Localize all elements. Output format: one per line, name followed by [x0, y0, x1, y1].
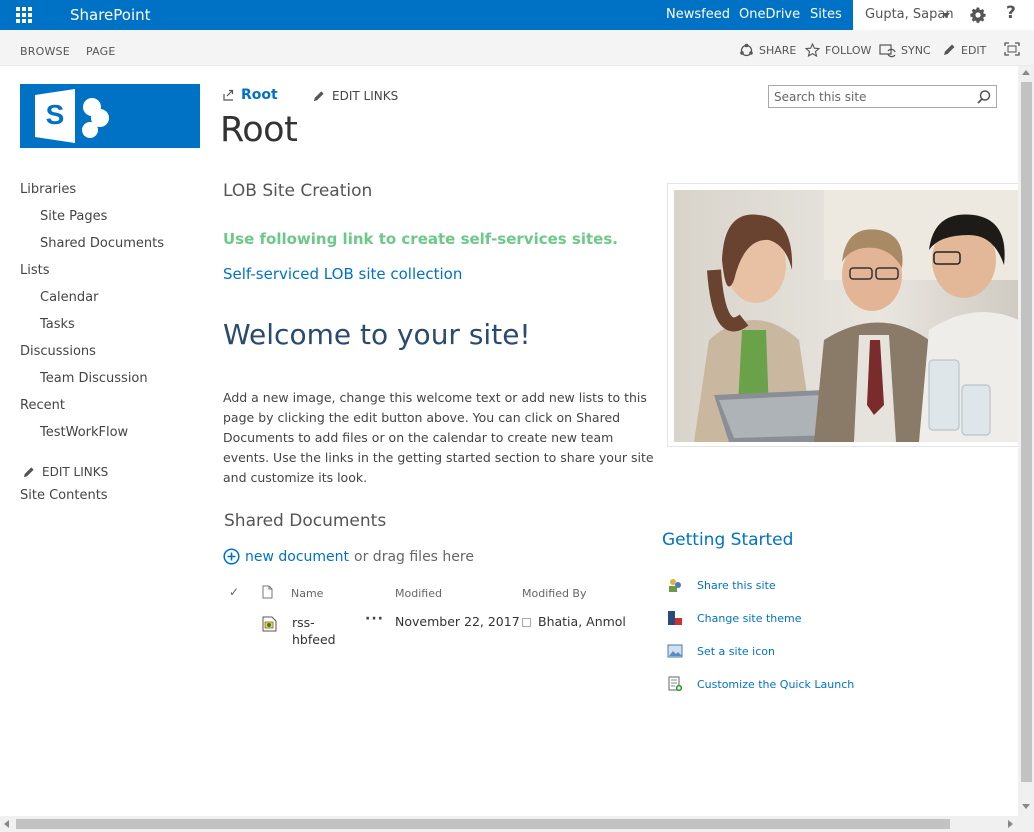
- nav-shared-documents[interactable]: Shared Documents: [40, 236, 164, 251]
- search-box: [768, 85, 997, 108]
- breadcrumb[interactable]: Root: [222, 87, 278, 103]
- pencil-icon: [944, 44, 955, 55]
- customize-quick-launch-label: Customize the Quick Launch: [697, 677, 855, 691]
- star-icon: [805, 43, 820, 58]
- more-options-icon[interactable]: ···: [365, 611, 384, 627]
- set-site-icon-link[interactable]: Set a site icon: [667, 643, 775, 659]
- svg-text:S: S: [46, 99, 65, 130]
- vertical-scrollbar[interactable]: [1018, 66, 1034, 816]
- tab-browse[interactable]: BROWSE: [20, 45, 70, 58]
- column-header-modified[interactable]: Modified: [395, 587, 442, 600]
- gear-icon[interactable]: [969, 6, 987, 24]
- file-modified-by[interactable]: Bhatia, Anmol: [538, 614, 626, 629]
- share-site-icon: [669, 579, 681, 592]
- xml-file-icon: [262, 616, 277, 632]
- scroll-up-icon[interactable]: [1022, 70, 1030, 75]
- scrollbar-corner: [1018, 816, 1034, 832]
- pencil-icon: [313, 90, 324, 101]
- shared-docs-heading[interactable]: Shared Documents: [224, 511, 386, 531]
- quick-launch-icon: [668, 676, 683, 692]
- search-input[interactable]: [769, 86, 969, 107]
- follow-label: FOLLOW: [825, 44, 872, 57]
- chevron-down-icon: [942, 13, 950, 18]
- set-site-icon-label: Set a site icon: [697, 644, 775, 658]
- nav-edit-links[interactable]: EDIT LINKS: [22, 465, 108, 479]
- nav-team-discussion[interactable]: Team Discussion: [40, 371, 148, 386]
- nav-site-contents[interactable]: Site Contents: [20, 488, 108, 503]
- presence-indicator-icon: [522, 618, 531, 627]
- nav-tasks[interactable]: Tasks: [40, 317, 75, 332]
- horizontal-scroll-thumb[interactable]: [16, 819, 950, 829]
- share-button[interactable]: SHARE: [739, 43, 796, 58]
- new-document-row: new document or drag files here: [223, 548, 474, 565]
- change-site-theme-label: Change site theme: [697, 611, 802, 625]
- new-document-link[interactable]: new document: [245, 549, 349, 565]
- share-this-site-label: Share this site: [697, 578, 776, 592]
- suite-bar: SharePoint Newsfeed OneDrive Sites Gupta…: [0, 0, 1034, 30]
- page-title: Root: [220, 110, 298, 150]
- edit-label: EDIT: [961, 43, 987, 57]
- change-site-theme-link[interactable]: Change site theme: [667, 610, 802, 626]
- column-header-name[interactable]: Name: [291, 587, 323, 600]
- welcome-title: Welcome to your site!: [223, 318, 531, 351]
- nav-edit-links-label: EDIT LINKS: [42, 465, 109, 479]
- add-icon[interactable]: [223, 548, 240, 565]
- nav-site-pages[interactable]: Site Pages: [40, 209, 107, 224]
- lob-instruction: Use following link to create self-servic…: [223, 230, 618, 248]
- share-icon: [740, 43, 753, 57]
- brand-link[interactable]: SharePoint: [70, 6, 151, 24]
- column-header-modified-by[interactable]: Modified By: [522, 587, 587, 600]
- customize-quick-launch-link[interactable]: Customize the Quick Launch: [667, 676, 854, 692]
- edit-links-button[interactable]: EDIT LINKS: [312, 89, 398, 103]
- lob-site-collection-link[interactable]: Self-serviced LOB site collection: [223, 265, 462, 283]
- picture-icon: [667, 644, 683, 658]
- nav-calendar[interactable]: Calendar: [40, 290, 98, 305]
- scroll-down-icon[interactable]: [1022, 804, 1030, 809]
- site-logo[interactable]: S: [20, 84, 200, 148]
- file-modified-date: November 22, 2017: [395, 614, 520, 629]
- welcome-text: Add a new image, change this welcome tex…: [223, 390, 654, 485]
- sharepoint-logo-icon: S: [35, 89, 109, 143]
- sync-label: SYNC: [901, 44, 931, 57]
- sync-icon: [879, 44, 896, 58]
- pencil-icon: [23, 466, 34, 477]
- sites-link[interactable]: Sites: [810, 7, 842, 22]
- drag-files-hint: or drag files here: [354, 548, 474, 565]
- breadcrumb-label: Root: [241, 87, 278, 103]
- lob-heading: LOB Site Creation: [223, 181, 373, 201]
- theme-icon: [668, 611, 682, 625]
- share-label: SHARE: [759, 44, 797, 57]
- nav-libraries[interactable]: Libraries: [20, 182, 76, 197]
- search-icon[interactable]: [976, 89, 992, 105]
- horizontal-scrollbar[interactable]: [0, 816, 1034, 832]
- file-name-link[interactable]: rss-hbfeed: [292, 614, 342, 648]
- scroll-left-icon[interactable]: [4, 820, 9, 828]
- edit-links-label: EDIT LINKS: [332, 89, 399, 103]
- welcome-image-frame: [667, 183, 1020, 447]
- help-icon[interactable]: ?: [1006, 3, 1016, 23]
- scroll-right-icon[interactable]: [1008, 820, 1013, 828]
- newsfeed-link[interactable]: Newsfeed: [666, 7, 730, 22]
- document-type-icon: [262, 585, 273, 599]
- nav-lists[interactable]: Lists: [20, 263, 50, 278]
- getting-started-heading: Getting Started: [662, 530, 794, 550]
- nav-discussions[interactable]: Discussions: [20, 344, 96, 359]
- follow-button[interactable]: FOLLOW: [805, 43, 871, 58]
- share-this-site-link[interactable]: Share this site: [667, 577, 776, 593]
- ribbon: BROWSE PAGE SHARE FOLLOW SYNC EDIT: [0, 30, 1034, 66]
- nav-testworkflow[interactable]: TestWorkFlow: [40, 425, 128, 440]
- select-all-checkmark-icon[interactable]: ✓: [229, 585, 239, 599]
- return-to-site-icon: [223, 89, 234, 101]
- nav-recent[interactable]: Recent: [20, 398, 65, 413]
- user-menu[interactable]: Gupta, Sapan: [865, 7, 954, 22]
- edit-button[interactable]: EDIT: [942, 43, 986, 57]
- onedrive-link[interactable]: OneDrive: [739, 7, 800, 22]
- sync-button[interactable]: SYNC: [879, 43, 931, 58]
- app-launcher-icon[interactable]: [0, 0, 48, 30]
- vertical-scroll-thumb[interactable]: [1021, 82, 1032, 782]
- team-photo-image: [674, 190, 1019, 442]
- tab-page[interactable]: PAGE: [86, 45, 116, 58]
- focus-mode-icon[interactable]: [1004, 42, 1020, 56]
